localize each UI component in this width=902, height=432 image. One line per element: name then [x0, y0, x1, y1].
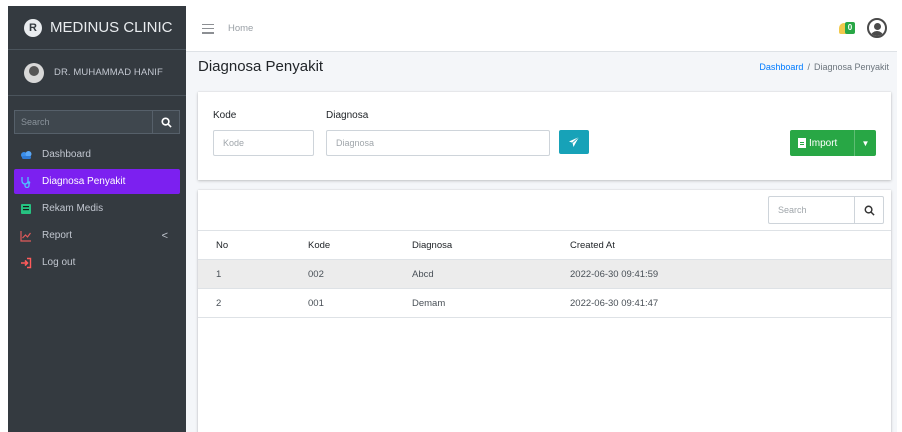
- menu-icon[interactable]: [202, 23, 214, 34]
- chart-line-icon: [20, 230, 31, 242]
- stethoscope-icon: [21, 176, 31, 188]
- sidebar-item-label: Dashboard: [42, 149, 91, 160]
- cell-kode: 002: [308, 259, 412, 289]
- sidebar-search: [14, 110, 180, 134]
- user-account-icon[interactable]: [867, 18, 887, 38]
- diagnosa-form-card: Kode Diagnosa Import ▼: [198, 92, 891, 180]
- search-icon: [160, 116, 172, 128]
- sidebar-search-input[interactable]: [14, 110, 152, 134]
- kode-label: Kode: [213, 110, 237, 121]
- import-button[interactable]: Import ▼: [790, 130, 876, 156]
- column-header-kode[interactable]: Kode: [308, 230, 412, 260]
- breadcrumb-dashboard-link[interactable]: Dashboard: [759, 62, 803, 72]
- cell-created-at: 2022-06-30 09:41:47: [570, 288, 891, 318]
- table-search-button[interactable]: [854, 196, 884, 224]
- table-row[interactable]: 1 002 Abcd 2022-06-30 09:41:59: [198, 259, 891, 289]
- cell-diagnosa: Demam: [412, 288, 570, 318]
- sidebar-search-button[interactable]: [152, 110, 180, 134]
- column-header-created-at[interactable]: Created At: [570, 230, 891, 260]
- table-header-row: No Kode Diagnosa Created At: [198, 230, 891, 260]
- paper-plane-icon: [569, 136, 580, 147]
- kode-input[interactable]: [213, 130, 314, 156]
- submit-button[interactable]: [559, 130, 589, 154]
- page-title: Diagnosa Penyakit: [198, 58, 324, 75]
- cell-no: 1: [198, 259, 308, 289]
- app-window: R MEDINUS CLINIC DR. MUHAMMAD HANIF Dash…: [8, 6, 897, 432]
- sidebar-item-label: Rekam Medis: [42, 203, 104, 214]
- sidebar-item-dashboard[interactable]: Dashboard: [14, 142, 180, 167]
- brand-logo-icon: R: [24, 18, 42, 37]
- brand-logo-letter: R: [29, 21, 37, 34]
- sidebar-item-report[interactable]: Report <: [14, 223, 180, 248]
- sidebar-item-rekam-medis[interactable]: Rekam Medis: [14, 196, 180, 221]
- search-icon: [864, 205, 875, 216]
- user-name: DR. MUHAMMAD HANIF: [54, 67, 163, 78]
- caret-down-icon[interactable]: ▼: [854, 130, 876, 156]
- sidebar-item-log-out[interactable]: Log out: [14, 250, 180, 275]
- table-row[interactable]: 2 001 Demam 2022-06-30 09:41:47: [198, 288, 891, 318]
- medical-record-icon: [21, 203, 31, 214]
- cell-diagnosa: Abcd: [412, 259, 570, 289]
- diagnosa-table: No Kode Diagnosa Created At 1 002 Abcd 2…: [198, 230, 891, 318]
- column-header-diagnosa[interactable]: Diagnosa: [412, 230, 570, 260]
- column-header-no[interactable]: No: [198, 230, 308, 260]
- file-excel-icon: [798, 138, 806, 148]
- avatar: [24, 62, 44, 83]
- cell-no: 2: [198, 288, 308, 318]
- sidebar-item-label: Diagnosa Penyakit: [42, 176, 126, 187]
- sign-out-icon: [21, 257, 32, 268]
- breadcrumb-current: Diagnosa Penyakit: [813, 62, 889, 72]
- cell-created-at: 2022-06-30 09:41:59: [570, 259, 891, 289]
- breadcrumb: Dashboard / Diagnosa Penyakit: [759, 62, 889, 72]
- brand-name: MEDINUS CLINIC: [50, 19, 173, 36]
- sidebar: R MEDINUS CLINIC DR. MUHAMMAD HANIF Dash…: [8, 6, 186, 432]
- breadcrumb-separator: /: [807, 62, 810, 72]
- sidebar-item-label: Log out: [42, 257, 76, 268]
- sidebar-item-diagnosa-penyakit[interactable]: Diagnosa Penyakit: [14, 169, 180, 194]
- diagnosa-input[interactable]: [326, 130, 550, 156]
- sidebar-item-label: Report: [42, 230, 73, 241]
- diagnosa-table-card: No Kode Diagnosa Created At 1 002 Abcd 2…: [198, 190, 891, 432]
- top-navbar: Home 0: [186, 6, 897, 52]
- home-link[interactable]: Home: [228, 23, 253, 34]
- dashboard-icon: [21, 150, 32, 159]
- chevron-left-icon: <: [161, 229, 168, 242]
- sidebar-nav: Dashboard Diagnosa Penyakit Rekam Medis …: [8, 142, 186, 275]
- cell-kode: 001: [308, 288, 412, 318]
- table-search-input[interactable]: [768, 196, 854, 224]
- notification-button[interactable]: 0: [839, 21, 857, 37]
- brand-link[interactable]: R MEDINUS CLINIC: [8, 6, 186, 50]
- import-label: Import: [809, 137, 838, 149]
- table-search: [768, 196, 884, 224]
- user-panel[interactable]: DR. MUHAMMAD HANIF: [8, 50, 186, 96]
- import-main-button[interactable]: Import: [790, 130, 854, 156]
- notification-badge: 0: [845, 22, 855, 34]
- diagnosa-label: Diagnosa: [326, 110, 369, 121]
